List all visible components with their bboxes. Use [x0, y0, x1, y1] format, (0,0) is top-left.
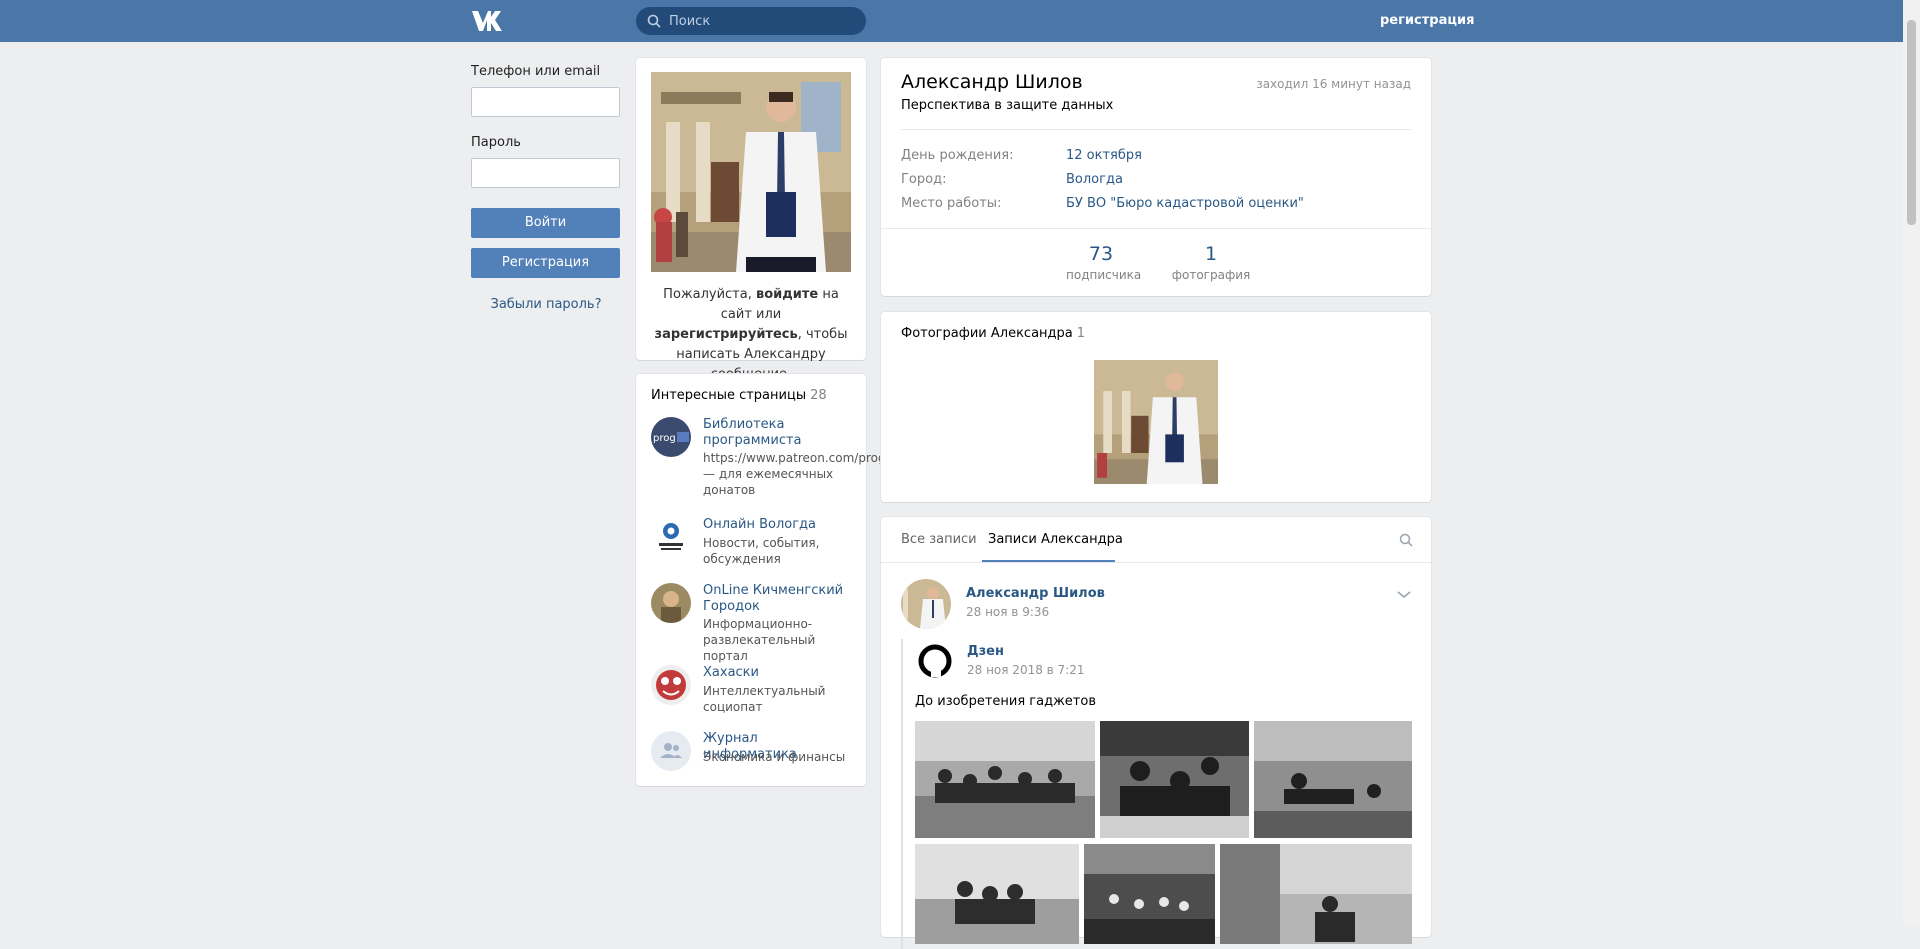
- profile-status: Перспектива в защите данных: [901, 98, 1114, 113]
- last-seen: заходил 16 минут назад: [1256, 77, 1411, 91]
- tab-all-posts[interactable]: Все записи: [901, 532, 977, 547]
- chevron-down-icon[interactable]: [1397, 591, 1411, 599]
- login-prompt-message: Пожалуйста, войдите на сайт или зарегист…: [654, 287, 848, 382]
- password-label: Пароль: [471, 135, 521, 150]
- search-icon[interactable]: [1399, 533, 1413, 547]
- svg-text:prog: prog: [653, 433, 676, 444]
- divider: [901, 129, 1411, 130]
- post-text: До изобретения гаджетов: [915, 694, 1096, 709]
- info-row-birthday: День рождения: 12 октября: [901, 148, 1142, 163]
- photos-card: Фотографии Александра 1: [881, 312, 1431, 502]
- wall-card: Все записи Записи Александра Александр Ш…: [881, 517, 1431, 949]
- profile-name: Александр Шилов: [901, 71, 1083, 93]
- repost-author-name[interactable]: Дзен: [967, 644, 1004, 659]
- phone-email-input[interactable]: [471, 87, 620, 117]
- dzen-logo-icon[interactable]: [917, 643, 953, 679]
- vk-logo-icon[interactable]: [470, 8, 510, 34]
- community-placeholder-icon[interactable]: [651, 731, 691, 771]
- photos-counter[interactable]: 1 фотография: [1166, 243, 1256, 282]
- header-register-link[interactable]: регистрация: [1380, 13, 1474, 28]
- info-row-city: Город: Вологда: [901, 172, 1123, 187]
- post-date[interactable]: 28 ноя в 9:36: [966, 605, 1049, 619]
- post-author-avatar[interactable]: [901, 579, 951, 629]
- search-box[interactable]: [636, 7, 866, 35]
- proglib-avatar[interactable]: prog: [651, 417, 691, 457]
- khahaski-avatar[interactable]: [651, 665, 691, 705]
- kichmengsky-avatar[interactable]: [651, 583, 691, 623]
- login-form: Телефон или email Пароль Войти Регистрац…: [471, 64, 621, 312]
- repost-date[interactable]: 28 ноя 2018 в 7:21: [967, 663, 1085, 677]
- avatar-card: Пожалуйста, войдите на сайт или зарегист…: [636, 58, 866, 382]
- login-button[interactable]: Войти: [471, 208, 620, 238]
- active-tab-indicator: [982, 560, 1115, 562]
- photo-thumbnail[interactable]: [1094, 360, 1218, 484]
- divider: [881, 228, 1431, 229]
- login-link[interactable]: войдите: [756, 287, 818, 302]
- post-photo[interactable]: [1084, 844, 1215, 944]
- post-author-name[interactable]: Александр Шилов: [966, 586, 1105, 601]
- profile-photo[interactable]: [651, 72, 851, 272]
- wall-tabs: Все записи Записи Александра: [881, 517, 1431, 563]
- scrollbar-thumb[interactable]: [1907, 20, 1916, 225]
- online-vologda-avatar[interactable]: [651, 517, 691, 557]
- tab-owner-posts[interactable]: Записи Александра: [988, 532, 1123, 547]
- post-photo[interactable]: [1220, 844, 1412, 944]
- interesting-pages-card: Интересные страницы 28 prog Библиотека пр…: [636, 374, 904, 786]
- post-photo[interactable]: [915, 844, 1079, 944]
- profile-info-card: Александр Шилов Перспектива в защите дан…: [881, 58, 1431, 296]
- photos-title[interactable]: Фотографии Александра 1: [901, 326, 1085, 341]
- followers-counter[interactable]: 73 подписчика: [1066, 243, 1141, 282]
- phone-label: Телефон или email: [471, 64, 601, 79]
- post-photo[interactable]: [1100, 721, 1249, 838]
- interesting-pages-count: 28: [810, 388, 827, 403]
- register-link[interactable]: зарегистрируйтесь: [655, 327, 798, 342]
- register-button[interactable]: Регистрация: [471, 248, 620, 278]
- search-icon: [647, 14, 661, 28]
- post-photo[interactable]: [1254, 721, 1412, 838]
- interesting-pages-title[interactable]: Интересные страницы 28: [651, 388, 827, 403]
- forgot-password-link[interactable]: Забыли пароль?: [471, 297, 621, 312]
- post-photo[interactable]: [915, 721, 1095, 838]
- repost-indicator-line: [901, 639, 903, 949]
- search-input[interactable]: [663, 7, 859, 35]
- password-input[interactable]: [471, 158, 620, 188]
- page-scrollbar[interactable]: [1903, 0, 1920, 925]
- top-header: регистрация: [0, 0, 1920, 42]
- info-row-work: Место работы: БУ ВО "Бюро кадастровой оце…: [901, 196, 1304, 211]
